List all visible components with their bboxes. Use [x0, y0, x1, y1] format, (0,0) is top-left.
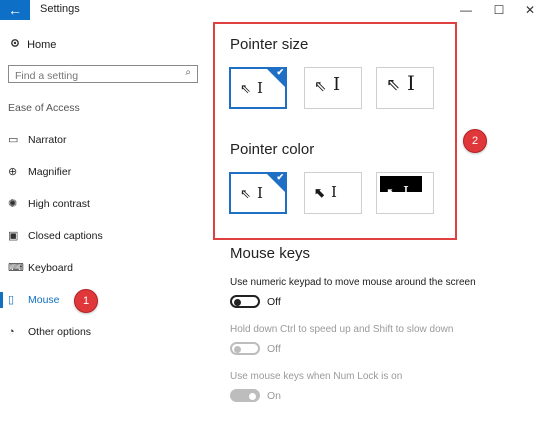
- close-button[interactable]: ✕: [515, 1, 545, 19]
- sidebar-item-closed-captions[interactable]: ▣ Closed captions: [8, 226, 103, 246]
- title-bar: ← Settings — ☐ ✕: [0, 0, 547, 20]
- search-icon: ⌕: [185, 67, 191, 78]
- text-cursor-icon: I: [333, 74, 341, 95]
- pointer-size-heading: Pointer size: [230, 36, 309, 53]
- text-cursor-icon: I: [331, 183, 337, 201]
- toggle-state-label: Off: [267, 343, 281, 355]
- search-box[interactable]: ⌕: [8, 65, 198, 84]
- sidebar-item-high-contrast[interactable]: ✺ High contrast: [8, 194, 90, 214]
- arrow-cursor-icon: ⇖: [240, 81, 251, 96]
- ctrl-shift-toggle[interactable]: [230, 342, 260, 355]
- back-button[interactable]: ←: [0, 0, 30, 20]
- back-arrow-icon: ←: [8, 2, 22, 18]
- pointer-color-black[interactable]: ⬉ I: [304, 172, 362, 214]
- sidebar-item-magnifier[interactable]: ⊕ Magnifier: [8, 162, 71, 182]
- checkmark-icon: ✔: [276, 67, 284, 77]
- pointer-color-heading: Pointer color: [230, 141, 315, 158]
- sidebar-item-label: Keyboard: [28, 262, 73, 274]
- window-title: Settings: [40, 3, 80, 15]
- annotation-badge-2: 2: [463, 129, 487, 153]
- pointer-size-small[interactable]: ✔ ⇖ I: [229, 67, 287, 109]
- gear-icon: [10, 38, 24, 51]
- text-cursor-icon: I: [407, 71, 415, 95]
- toggle-state-label: Off: [267, 296, 281, 308]
- home-link[interactable]: Home: [10, 38, 56, 51]
- maximize-button[interactable]: ☐: [484, 1, 514, 19]
- keyboard-icon: ⌨: [8, 262, 24, 274]
- arrow-cursor-icon: ⇖: [386, 75, 401, 94]
- close-icon: ✕: [524, 3, 536, 17]
- magnifier-icon: ⊕: [8, 166, 18, 178]
- mouse-keys-heading: Mouse keys: [230, 245, 311, 262]
- text-cursor-icon: I: [257, 184, 263, 202]
- maximize-icon: ☐: [493, 3, 505, 17]
- high-contrast-icon: ✺: [8, 198, 18, 210]
- annotation-badge-1: 1: [74, 289, 98, 313]
- sidebar-item-label: Other options: [28, 326, 92, 338]
- num-lock-toggle[interactable]: [230, 389, 260, 402]
- closed-captions-icon: ▣: [8, 230, 19, 242]
- toggle-caption-ctrl-shift: Hold down Ctrl to speed up and Shift to …: [230, 324, 454, 335]
- white-arrow-cursor-icon: ⇖: [240, 186, 251, 201]
- pointer-color-white[interactable]: ✔ ⇖ I: [229, 172, 287, 214]
- mouse-icon: ▯: [8, 294, 15, 306]
- narrator-icon: ▭: [8, 134, 19, 146]
- toggle-caption-num-lock: Use mouse keys when Num Lock is on: [230, 371, 403, 382]
- sidebar: Home ⌕ Ease of Access ▭ Narrator ⊕ Magnifi…: [0, 20, 205, 440]
- pointer-size-large[interactable]: ⇖ I: [376, 67, 434, 109]
- inverted-text-cursor-icon: I: [403, 183, 409, 201]
- checkmark-icon: ✔: [276, 172, 284, 182]
- toggle-caption-numeric-keypad: Use numeric keypad to move mouse around …: [230, 277, 476, 288]
- text-cursor-icon: I: [257, 79, 263, 97]
- sidebar-item-label: Mouse: [28, 294, 60, 306]
- sidebar-item-mouse[interactable]: ▯ Mouse: [8, 290, 60, 310]
- sidebar-item-other-options[interactable]: ◔ Other options: [8, 322, 91, 342]
- numeric-keypad-toggle[interactable]: [230, 295, 260, 308]
- other-options-icon: ◔: [8, 326, 15, 338]
- sidebar-item-narrator[interactable]: ▭ Narrator: [8, 130, 67, 150]
- search-input[interactable]: [15, 68, 175, 84]
- minimize-icon: —: [460, 3, 472, 17]
- toggle-knob: [249, 392, 256, 400]
- section-label: Ease of Access: [8, 102, 80, 114]
- sidebar-item-keyboard[interactable]: ⌨ Keyboard: [8, 258, 73, 278]
- home-label: Home: [27, 39, 57, 51]
- pointer-color-inverted[interactable]: ⬉ I: [376, 172, 434, 214]
- arrow-cursor-icon: ⇖: [314, 78, 327, 95]
- active-indicator: [0, 292, 3, 308]
- toggle-state-label: On: [267, 390, 282, 402]
- black-arrow-cursor-icon: ⬉: [314, 185, 325, 200]
- sidebar-item-label: Narrator: [28, 134, 67, 146]
- toggle-knob: [234, 298, 241, 306]
- sidebar-item-label: High contrast: [28, 198, 90, 210]
- sidebar-item-label: Magnifier: [28, 166, 72, 178]
- toggle-knob: [234, 345, 241, 353]
- pointer-size-medium[interactable]: ⇖ I: [304, 67, 362, 109]
- inverted-arrow-cursor-icon: ⬉: [386, 185, 397, 200]
- minimize-button[interactable]: —: [451, 1, 481, 19]
- sidebar-item-label: Closed captions: [28, 230, 103, 242]
